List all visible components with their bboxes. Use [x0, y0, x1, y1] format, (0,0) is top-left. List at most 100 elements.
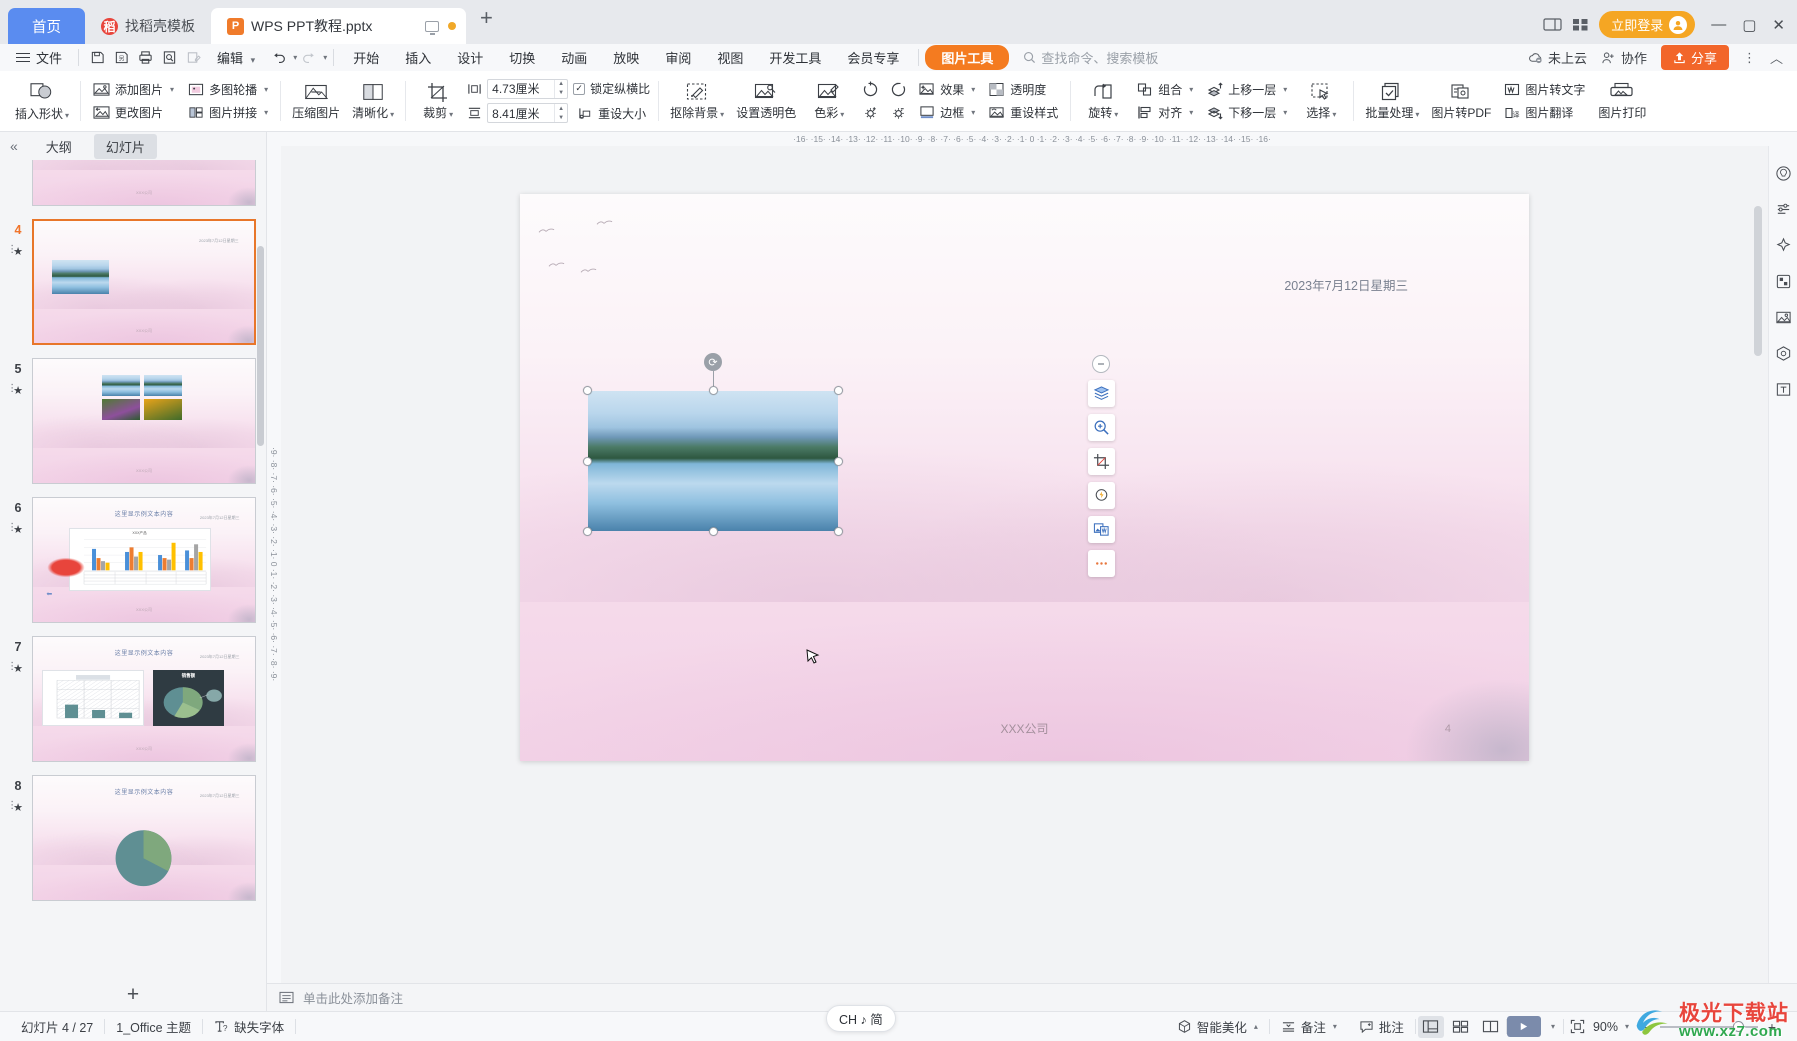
add-picture-button[interactable]: 添加图片 ▾ — [88, 79, 179, 100]
group-button[interactable]: 组合 ▾ — [1132, 79, 1198, 100]
zoom-out-button[interactable]: − — [1639, 1019, 1653, 1035]
slide-date-text[interactable]: 2023年7月12日星期三 — [1284, 275, 1408, 294]
change-picture-button[interactable]: 更改图片 — [88, 102, 179, 123]
slide-thumbnail-3[interactable]: XXX公司 — [32, 160, 256, 206]
design-idea-icon[interactable] — [1772, 162, 1794, 184]
ribbon-tab-review[interactable]: 审阅 — [652, 45, 704, 70]
save-as-icon[interactable]: 另 — [109, 47, 133, 68]
slide-thumbnail-6[interactable]: 这里显示例文本内容 2023年7月12日星期三 XXX产品 ⬅ XXX公司 — [32, 497, 256, 623]
resize-handle-middle-right[interactable] — [834, 456, 843, 466]
slide-canvas-area[interactable]: 2023年7月12日星期三 ⟳ XXX公司 4 — [281, 146, 1768, 983]
rotate-ccw-icon[interactable] — [886, 79, 910, 100]
set-transparent-color-button[interactable]: 设置透明色 — [732, 80, 800, 123]
smart-beautify-button[interactable]: 智能美化 ▴ — [1166, 1017, 1269, 1036]
slide-sorter-button[interactable] — [1448, 1016, 1474, 1038]
notes-bar[interactable]: 单击此处添加备注 — [267, 983, 1797, 1011]
rotate-button[interactable]: 旋转 ▾ — [1078, 80, 1128, 123]
picture-width-input[interactable] — [488, 81, 555, 96]
animation-star-icon[interactable]: ★ — [7, 383, 23, 397]
height-spin-up[interactable]: ▲ — [555, 104, 567, 113]
print-icon[interactable] — [133, 47, 157, 68]
resize-handle-top-center[interactable] — [708, 386, 718, 395]
start-slideshow-button[interactable] — [1506, 1016, 1541, 1037]
cloud-status-button[interactable]: 未上云 — [1528, 48, 1587, 67]
picture-to-text-button[interactable]: 图片转文字 — [1499, 79, 1590, 100]
select-objects-button[interactable]: 选择 ▾ — [1296, 80, 1346, 123]
export-word-button[interactable] — [1087, 516, 1115, 543]
login-button[interactable]: 立即登录 — [1599, 11, 1696, 38]
resize-handle-top-left[interactable] — [583, 386, 592, 395]
vertical-ruler[interactable]: ·9· ·8· ·7· ·6· ·5· ·4· ·3· ·2· ·1· 0 ·1… — [267, 146, 281, 983]
reading-view-button[interactable] — [1478, 1016, 1504, 1038]
close-button[interactable]: ✕ — [1772, 16, 1785, 34]
more-options-icon[interactable]: ⋮ — [1743, 50, 1756, 66]
slide-panel-scrollbar[interactable] — [257, 246, 264, 446]
width-spin-arrows[interactable]: ▲ ▼ — [554, 79, 567, 98]
reset-size-button[interactable]: 重设大小 — [573, 103, 651, 124]
tab-find-template[interactable]: 稻 找稻壳模板 — [85, 8, 211, 44]
rotate-handle[interactable]: ⟳ — [704, 353, 722, 371]
list-item[interactable]: 8 ★ 这里显示例文本内容 2023年7月12日星期三 — [0, 775, 266, 901]
sharpen-button[interactable]: 清晰化 ▾ — [348, 80, 398, 123]
layers-button[interactable] — [1087, 380, 1115, 407]
ribbon-tab-start[interactable]: 开始 — [340, 45, 392, 70]
collapse-toolbar-button[interactable] — [1092, 355, 1110, 373]
notes-toggle-button[interactable]: 备注 ▾ — [1270, 1017, 1348, 1036]
slide-thumbnail-5[interactable]: XXX公司 — [32, 358, 256, 484]
slideshow-dropdown-icon[interactable]: ▾ — [1543, 1022, 1563, 1031]
brightness-down-icon[interactable] — [886, 102, 910, 123]
animation-star-icon[interactable]: ★ — [7, 522, 23, 536]
animation-star-icon[interactable]: ★ — [7, 244, 23, 258]
fit-to-window-button[interactable] — [1564, 1019, 1591, 1034]
reset-style-button[interactable]: 重设样式 — [984, 102, 1063, 123]
smart-button[interactable] — [1087, 482, 1115, 509]
picture-to-pdf-button[interactable]: 图片转PDF — [1427, 80, 1495, 123]
more-button[interactable] — [1087, 550, 1115, 577]
crop-button[interactable] — [1087, 448, 1115, 475]
resize-handle-bottom-center[interactable] — [708, 527, 718, 536]
bring-forward-button[interactable]: 上移一层 ▾ — [1202, 79, 1292, 100]
picture-translate-button[interactable]: 译 图片翻译 — [1499, 102, 1590, 123]
tab-document[interactable]: P WPS PPT教程.pptx — [211, 8, 466, 44]
minimize-button[interactable]: — — [1711, 16, 1726, 33]
resize-handle-top-right[interactable] — [834, 386, 843, 395]
rotate-cw-icon[interactable] — [858, 79, 882, 100]
batch-process-button[interactable]: 批量处理 ▾ — [1361, 80, 1423, 123]
ribbon-tab-picture-tools[interactable]: 图片工具 — [925, 45, 1010, 70]
slide-footer-text[interactable]: XXX公司 — [520, 720, 1529, 737]
theme-name[interactable]: 1_Office 主题 — [105, 1017, 202, 1036]
color-button[interactable]: 色彩 ▾ — [804, 80, 854, 123]
crop-button[interactable]: 裁剪 ▾ — [413, 80, 463, 123]
height-spin-arrows[interactable]: ▲ ▼ — [554, 104, 567, 122]
animation-star-icon[interactable]: ★ — [7, 800, 23, 814]
collapse-ribbon-icon[interactable]: ︿ — [1770, 48, 1783, 67]
tab-outline[interactable]: 大纲 — [34, 134, 84, 159]
ribbon-tab-animation[interactable]: 动画 — [548, 45, 600, 70]
text-box-icon[interactable] — [1772, 378, 1794, 400]
share-button[interactable]: 分享 — [1660, 45, 1729, 70]
redo-icon[interactable] — [297, 47, 321, 68]
width-spin-down[interactable]: ▼ — [555, 89, 567, 98]
ribbon-tab-view[interactable]: 视图 — [704, 45, 756, 70]
slide-canvas[interactable]: 2023年7月12日星期三 ⟳ XXX公司 4 — [520, 194, 1529, 761]
new-tab-button[interactable]: + — [466, 7, 507, 33]
align-button[interactable]: 对齐 ▾ — [1132, 102, 1198, 123]
split-view-icon[interactable] — [1543, 17, 1562, 32]
send-backward-button[interactable]: 下移一层 ▾ — [1202, 102, 1292, 123]
grid-view-icon[interactable] — [1572, 17, 1589, 32]
print-preview-icon[interactable] — [157, 47, 181, 68]
list-item[interactable]: 5 ★ XXX公司 — [0, 358, 266, 484]
list-item[interactable]: 7 ★ 这里显示例文本内容 2023年7月12日星期三 — [0, 636, 266, 762]
command-search[interactable]: 查找命令、搜索模板 — [1023, 48, 1158, 67]
slide-thumbnail-list[interactable]: XXX公司 4 ★ 2023年7月12日星期三 XXX公司 — [0, 160, 266, 977]
canvas-vertical-scrollbar[interactable] — [1754, 206, 1762, 356]
resize-handle-bottom-right[interactable] — [834, 527, 843, 536]
tab-slides[interactable]: 幻灯片 — [93, 133, 157, 159]
zoom-in-button[interactable]: + — [1765, 1019, 1779, 1035]
present-monitor-icon[interactable] — [425, 20, 439, 35]
format-pane-icon[interactable] — [1772, 198, 1794, 220]
tab-home[interactable]: 首页 — [8, 8, 85, 44]
zoom-slider[interactable]: − + — [1631, 1019, 1787, 1035]
collaborate-button[interactable]: 协作 — [1601, 48, 1647, 67]
maximize-button[interactable]: ▢ — [1742, 16, 1756, 34]
